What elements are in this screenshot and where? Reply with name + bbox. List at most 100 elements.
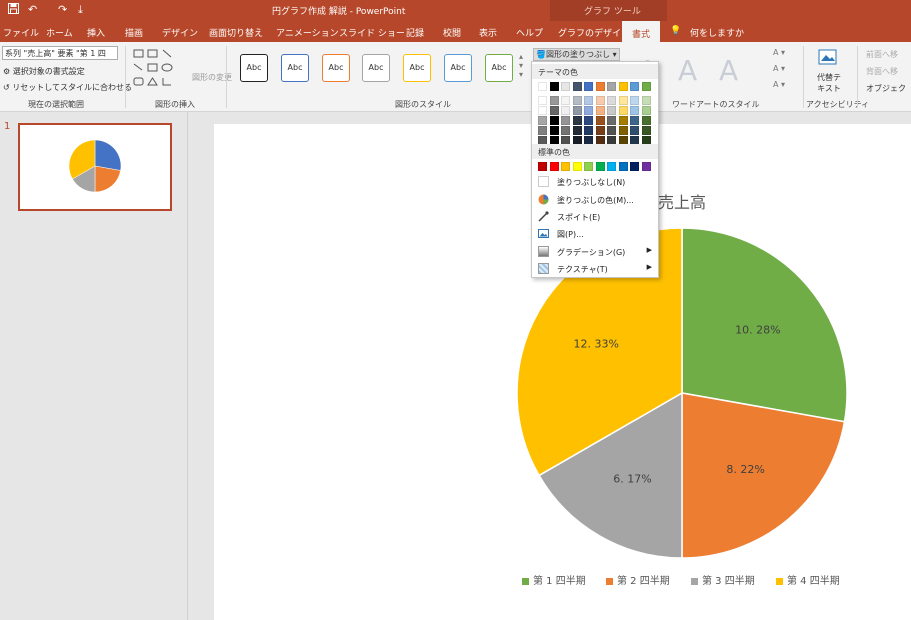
theme-color-swatch[interactable] xyxy=(595,96,605,105)
standard-color-swatch[interactable] xyxy=(549,162,559,171)
texture-item[interactable]: テクスチャ(T) ▶ xyxy=(532,260,658,277)
submenu-arrow-icon: ▶ xyxy=(646,263,652,271)
theme-color-swatch[interactable] xyxy=(572,96,582,105)
theme-color-swatch[interactable] xyxy=(561,82,570,91)
theme-color-swatch[interactable] xyxy=(641,96,651,105)
standard-color-swatch[interactable] xyxy=(641,162,651,171)
theme-color-swatch[interactable] xyxy=(618,82,628,91)
color-wheel-icon xyxy=(538,194,549,205)
theme-color-swatch[interactable] xyxy=(607,82,616,91)
theme-color-swatch[interactable] xyxy=(595,82,605,91)
theme-color-swatch[interactable] xyxy=(584,126,593,135)
eyedropper-item[interactable]: スポイト(E) xyxy=(532,208,658,225)
no-fill-icon xyxy=(538,176,549,187)
no-fill-label: 塗りつぶしなし(N) xyxy=(557,178,626,187)
theme-color-swatch[interactable] xyxy=(630,82,639,91)
standard-colors-header: 標準の色 xyxy=(532,144,658,159)
theme-color-swatch[interactable] xyxy=(538,106,547,115)
theme-color-swatch[interactable] xyxy=(538,116,547,125)
theme-color-swatch[interactable] xyxy=(549,82,559,91)
theme-color-swatch[interactable] xyxy=(572,82,582,91)
theme-color-swatch[interactable] xyxy=(561,126,570,135)
theme-color-swatch[interactable] xyxy=(618,96,628,105)
standard-color-swatch[interactable] xyxy=(630,162,639,171)
standard-color-swatch[interactable] xyxy=(538,162,547,171)
standard-color-swatch[interactable] xyxy=(618,162,628,171)
standard-color-swatch[interactable] xyxy=(595,162,605,171)
theme-color-swatch[interactable] xyxy=(538,126,547,135)
pie-chart[interactable]: 売上高 10. 28% 8. 22% 6. 17% 12. 33% xyxy=(0,0,911,620)
theme-color-swatch[interactable] xyxy=(584,82,593,91)
data-label-4[interactable]: 12. 33% xyxy=(574,337,619,350)
theme-color-swatch[interactable] xyxy=(595,126,605,135)
theme-color-swatch[interactable] xyxy=(618,126,628,135)
picture-fill-label: 図(P)... xyxy=(557,230,584,239)
theme-color-swatch[interactable] xyxy=(584,106,593,115)
legend-label-q1: 第 1 四半期 xyxy=(533,576,586,587)
legend-item-q4[interactable]: 第 4 四半期 xyxy=(776,572,840,587)
theme-color-swatch[interactable] xyxy=(641,126,651,135)
no-fill-item[interactable]: 塗りつぶしなし(N) xyxy=(532,173,658,190)
theme-color-swatch[interactable] xyxy=(549,106,559,115)
theme-color-swatch[interactable] xyxy=(630,96,639,105)
theme-color-swatch[interactable] xyxy=(618,116,628,125)
theme-color-swatch[interactable] xyxy=(584,96,593,105)
texture-label: テクスチャ(T) xyxy=(557,265,608,274)
legend-label-q2: 第 2 四半期 xyxy=(617,576,670,587)
theme-color-swatch[interactable] xyxy=(630,116,639,125)
theme-color-swatch[interactable] xyxy=(549,116,559,125)
gradient-icon xyxy=(538,246,549,257)
theme-color-swatch[interactable] xyxy=(549,96,559,105)
theme-color-swatch[interactable] xyxy=(572,106,582,115)
theme-color-swatch[interactable] xyxy=(595,106,605,115)
picture-fill-item[interactable]: 図(P)... xyxy=(532,225,658,242)
legend-label-q4: 第 4 四半期 xyxy=(787,576,840,587)
theme-color-swatch[interactable] xyxy=(607,126,616,135)
more-fill-colors-label: 塗りつぶしの色(M)... xyxy=(557,196,634,205)
theme-colors-header: テーマの色 xyxy=(532,64,658,79)
standard-color-swatch[interactable] xyxy=(584,162,593,171)
legend-item-q2[interactable]: 第 2 四半期 xyxy=(606,572,670,587)
theme-color-swatch[interactable] xyxy=(595,116,605,125)
data-label-2[interactable]: 8. 22% xyxy=(726,463,764,476)
theme-color-swatch[interactable] xyxy=(641,116,651,125)
legend-label-q3: 第 3 四半期 xyxy=(702,576,755,587)
shape-fill-menu: テーマの色 標準の色 塗りつぶしなし(N) 塗りつぶしの色(M)... スポイト… xyxy=(531,61,659,278)
theme-color-swatch[interactable] xyxy=(618,106,628,115)
theme-color-swatch[interactable] xyxy=(607,106,616,115)
legend-item-q1[interactable]: 第 1 四半期 xyxy=(522,572,586,587)
legend-swatch xyxy=(606,577,613,585)
standard-color-swatch[interactable] xyxy=(572,162,582,171)
legend-swatch xyxy=(776,577,783,585)
data-label-1[interactable]: 10. 28% xyxy=(735,323,780,336)
more-fill-colors-item[interactable]: 塗りつぶしの色(M)... xyxy=(532,191,658,208)
gradient-label: グラデーション(G) xyxy=(557,248,626,257)
theme-color-swatch[interactable] xyxy=(572,126,582,135)
legend-item-q3[interactable]: 第 3 四半期 xyxy=(691,572,755,587)
theme-color-swatch[interactable] xyxy=(561,96,570,105)
theme-color-swatch[interactable] xyxy=(572,116,582,125)
gradient-item[interactable]: グラデーション(G) ▶ xyxy=(532,243,658,260)
theme-color-swatch[interactable] xyxy=(561,116,570,125)
theme-color-swatch[interactable] xyxy=(538,96,547,105)
legend-swatch xyxy=(522,577,529,585)
theme-color-swatch[interactable] xyxy=(584,116,593,125)
theme-color-swatch[interactable] xyxy=(561,106,570,115)
standard-color-swatch[interactable] xyxy=(561,162,570,171)
legend-swatch xyxy=(691,577,698,585)
theme-color-swatch[interactable] xyxy=(549,126,559,135)
theme-color-swatch[interactable] xyxy=(641,82,651,91)
theme-color-swatch[interactable] xyxy=(607,96,616,105)
theme-color-swatch[interactable] xyxy=(630,106,639,115)
chart-title[interactable]: 売上高 xyxy=(658,193,706,212)
theme-color-swatch[interactable] xyxy=(630,126,639,135)
standard-color-swatch[interactable] xyxy=(607,162,616,171)
eyedropper-icon xyxy=(538,211,549,222)
eyedropper-label: スポイト(E) xyxy=(557,213,601,222)
picture-icon xyxy=(538,228,549,239)
theme-color-swatch[interactable] xyxy=(538,82,547,91)
submenu-arrow-icon: ▶ xyxy=(646,246,652,254)
theme-color-swatch[interactable] xyxy=(607,116,616,125)
theme-color-swatch[interactable] xyxy=(641,106,651,115)
data-label-3[interactable]: 6. 17% xyxy=(613,473,651,486)
